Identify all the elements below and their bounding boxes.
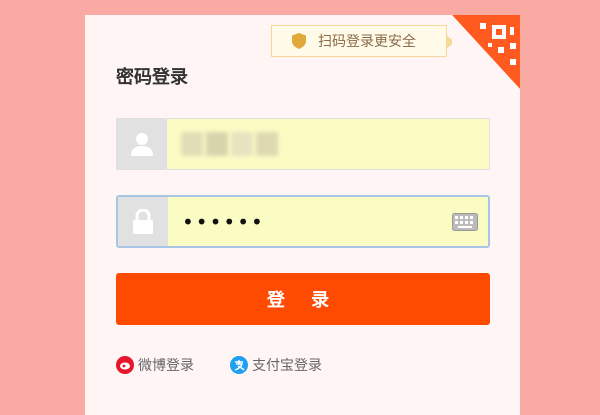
user-icon-box bbox=[117, 119, 167, 169]
keyboard-icon[interactable] bbox=[452, 212, 478, 231]
username-field[interactable] bbox=[116, 118, 490, 170]
qr-code-icon[interactable] bbox=[452, 15, 520, 89]
user-icon bbox=[131, 133, 153, 156]
username-value[interactable] bbox=[167, 119, 489, 169]
weibo-login-link[interactable]: 微博登录 bbox=[116, 355, 194, 375]
alipay-login-label: 支付宝登录 bbox=[252, 358, 322, 374]
lock-icon bbox=[133, 208, 153, 234]
weibo-login-label: 微博登录 bbox=[138, 358, 194, 374]
weibo-icon bbox=[116, 356, 134, 374]
password-field[interactable]: •••••• bbox=[116, 195, 490, 248]
alipay-icon bbox=[230, 356, 248, 374]
login-button[interactable]: 登 录 bbox=[116, 273, 490, 325]
qr-login-tip: 扫码登录更安全 bbox=[271, 25, 455, 57]
lock-icon-box bbox=[118, 197, 168, 246]
alipay-login-link[interactable]: 支付宝登录 bbox=[230, 355, 322, 375]
username-obscured bbox=[181, 132, 278, 156]
qr-tip-text: 扫码登录更安全 bbox=[318, 34, 416, 50]
shield-icon bbox=[292, 33, 306, 49]
password-value[interactable]: •••••• bbox=[168, 197, 452, 246]
page-title: 密码登录 bbox=[116, 67, 188, 88]
